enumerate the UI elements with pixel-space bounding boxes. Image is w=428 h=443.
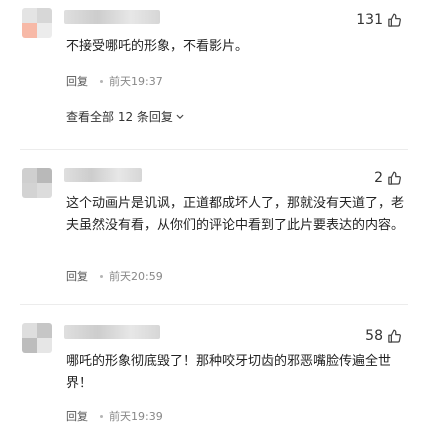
reply-button[interactable]: 回复: [66, 73, 88, 89]
thumbs-up-icon: [388, 13, 401, 27]
chevron-down-icon: [176, 114, 184, 119]
username[interactable]: [64, 325, 160, 339]
avatar[interactable]: [22, 323, 52, 353]
separator-dot: [100, 274, 103, 278]
comment-item: 58 哪吒的形象彻底毁了！那种咬牙切齿的邪恶嘴脸传遍全世界！ 回复 前天19:3…: [0, 305, 428, 443]
comment-text: 不接受哪吒的形象，不看影片。: [66, 39, 249, 54]
reply-button[interactable]: 回复: [66, 268, 88, 284]
comment-meta: 回复 前天20:59: [66, 268, 163, 284]
timestamp: 前天19:39: [109, 410, 163, 423]
like-count: 58: [365, 328, 383, 344]
avatar[interactable]: [22, 8, 52, 38]
username[interactable]: [64, 168, 142, 182]
username[interactable]: [64, 10, 160, 24]
like-button[interactable]: 131: [356, 12, 402, 28]
view-all-replies-link[interactable]: 查看全部 12 条回复: [66, 108, 184, 125]
comment-item: 131 不接受哪吒的形象，不看影片。 回复 前天19:37 查看全部 12 条回…: [0, 0, 428, 150]
timestamp: 前天19:37: [109, 75, 163, 88]
like-count: 2: [374, 170, 383, 186]
like-button[interactable]: 58: [365, 328, 402, 344]
like-count: 131: [356, 12, 383, 28]
like-button[interactable]: 2: [374, 170, 402, 186]
comment-meta: 回复 前天19:37: [66, 73, 163, 89]
separator-dot: [100, 79, 103, 83]
thumbs-up-icon: [388, 329, 401, 343]
timestamp: 前天20:59: [109, 270, 163, 283]
view-all-replies-label: 查看全部 12 条回复: [66, 110, 173, 124]
comment-meta: 回复 前天19:39: [66, 408, 163, 424]
thumbs-up-icon: [388, 171, 401, 185]
separator-dot: [100, 414, 103, 418]
comment-text: 哪吒的形象彻底毁了！那种咬牙切齿的邪恶嘴脸传遍全世界！: [66, 354, 392, 391]
avatar[interactable]: [22, 168, 52, 198]
comment-text: 这个动画片是讥讽，正道都成坏人了，那就没有天道了，老夫虽然没有看，从你们的评论中…: [66, 196, 405, 233]
comment-item: 2 这个动画片是讥讽，正道都成坏人了，那就没有天道了，老夫虽然没有看，从你们的评…: [0, 150, 428, 305]
reply-button[interactable]: 回复: [66, 408, 88, 424]
